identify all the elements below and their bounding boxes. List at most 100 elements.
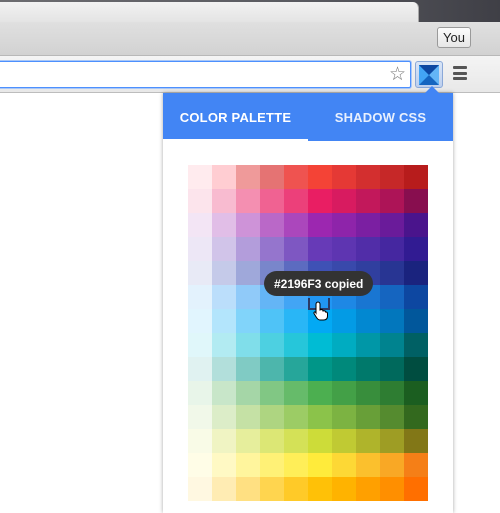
profile-button[interactable]: You <box>437 27 471 48</box>
color-swatch[interactable] <box>404 381 428 405</box>
color-swatch[interactable] <box>332 165 356 189</box>
color-swatch[interactable] <box>356 453 380 477</box>
color-swatch[interactable] <box>308 357 332 381</box>
color-swatch[interactable] <box>308 165 332 189</box>
color-swatch[interactable] <box>188 429 212 453</box>
color-swatch[interactable] <box>212 405 236 429</box>
color-swatch[interactable] <box>404 213 428 237</box>
color-palette-extension-icon[interactable] <box>415 61 443 88</box>
color-swatch[interactable] <box>284 237 308 261</box>
color-swatch[interactable] <box>380 477 404 501</box>
color-swatch[interactable] <box>236 261 260 285</box>
color-swatch[interactable] <box>236 453 260 477</box>
color-swatch[interactable] <box>188 357 212 381</box>
color-swatch[interactable] <box>212 357 236 381</box>
color-swatch[interactable] <box>188 165 212 189</box>
color-swatch[interactable] <box>332 333 356 357</box>
color-swatch[interactable] <box>380 357 404 381</box>
color-swatch[interactable] <box>404 405 428 429</box>
star-icon[interactable]: ☆ <box>389 64 406 85</box>
color-swatch[interactable] <box>404 261 428 285</box>
color-swatch[interactable] <box>404 429 428 453</box>
color-swatch[interactable] <box>380 237 404 261</box>
color-swatch[interactable] <box>284 429 308 453</box>
color-swatch[interactable] <box>380 333 404 357</box>
color-swatch[interactable] <box>188 309 212 333</box>
color-swatch[interactable] <box>332 429 356 453</box>
color-swatch[interactable] <box>404 285 428 309</box>
color-swatch[interactable] <box>380 429 404 453</box>
color-swatch[interactable] <box>380 165 404 189</box>
color-swatch[interactable] <box>284 165 308 189</box>
color-swatch[interactable] <box>380 189 404 213</box>
browser-tab[interactable] <box>0 2 419 22</box>
color-swatch[interactable] <box>236 477 260 501</box>
color-swatch[interactable] <box>260 309 284 333</box>
color-swatch[interactable] <box>356 165 380 189</box>
color-swatch[interactable] <box>284 189 308 213</box>
color-swatch[interactable] <box>260 405 284 429</box>
color-swatch[interactable] <box>380 285 404 309</box>
color-swatch[interactable] <box>308 381 332 405</box>
color-swatch[interactable] <box>260 189 284 213</box>
color-swatch[interactable] <box>188 189 212 213</box>
color-swatch[interactable] <box>332 453 356 477</box>
color-swatch[interactable] <box>212 213 236 237</box>
color-swatch[interactable] <box>380 261 404 285</box>
color-swatch[interactable] <box>308 189 332 213</box>
color-swatch[interactable] <box>308 453 332 477</box>
color-swatch[interactable] <box>284 333 308 357</box>
color-swatch[interactable] <box>236 405 260 429</box>
color-swatch[interactable] <box>284 309 308 333</box>
color-swatch[interactable] <box>212 453 236 477</box>
color-swatch[interactable] <box>356 405 380 429</box>
color-swatch[interactable] <box>236 429 260 453</box>
color-swatch[interactable] <box>356 237 380 261</box>
color-swatch[interactable] <box>212 237 236 261</box>
color-swatch[interactable] <box>188 333 212 357</box>
color-swatch[interactable] <box>284 453 308 477</box>
color-swatch[interactable] <box>284 381 308 405</box>
color-swatch[interactable] <box>236 381 260 405</box>
color-swatch[interactable] <box>236 237 260 261</box>
color-swatch[interactable] <box>404 357 428 381</box>
color-swatch[interactable] <box>212 477 236 501</box>
color-swatch[interactable] <box>284 405 308 429</box>
color-swatch[interactable] <box>260 429 284 453</box>
color-swatch[interactable] <box>212 381 236 405</box>
color-swatch[interactable] <box>188 405 212 429</box>
color-swatch[interactable] <box>308 213 332 237</box>
color-swatch[interactable] <box>236 285 260 309</box>
color-swatch[interactable] <box>236 189 260 213</box>
color-swatch[interactable] <box>236 309 260 333</box>
color-swatch[interactable] <box>332 405 356 429</box>
color-swatch[interactable] <box>212 429 236 453</box>
tab-shadow-css[interactable]: SHADOW CSS <box>308 93 453 141</box>
color-swatch[interactable] <box>308 333 332 357</box>
color-swatch[interactable] <box>236 165 260 189</box>
color-swatch[interactable] <box>380 309 404 333</box>
color-swatch[interactable] <box>332 381 356 405</box>
color-swatch[interactable] <box>260 453 284 477</box>
color-swatch[interactable] <box>212 285 236 309</box>
tab-color-palette[interactable]: COLOR PALETTE <box>163 93 308 141</box>
color-swatch[interactable] <box>212 189 236 213</box>
color-swatch[interactable] <box>188 285 212 309</box>
color-swatch[interactable] <box>332 309 356 333</box>
color-swatch[interactable] <box>356 333 380 357</box>
color-swatch[interactable] <box>212 309 236 333</box>
color-swatch[interactable] <box>356 429 380 453</box>
color-swatch[interactable] <box>332 237 356 261</box>
color-swatch[interactable] <box>356 477 380 501</box>
color-swatch[interactable] <box>380 453 404 477</box>
color-swatch[interactable] <box>380 405 404 429</box>
color-swatch[interactable] <box>188 453 212 477</box>
hamburger-menu-icon[interactable] <box>453 66 467 80</box>
color-swatch[interactable] <box>308 237 332 261</box>
color-swatch[interactable] <box>404 453 428 477</box>
color-swatch[interactable] <box>188 477 212 501</box>
color-swatch[interactable] <box>404 477 428 501</box>
color-swatch[interactable] <box>260 477 284 501</box>
color-swatch[interactable] <box>404 333 428 357</box>
color-swatch[interactable] <box>260 357 284 381</box>
